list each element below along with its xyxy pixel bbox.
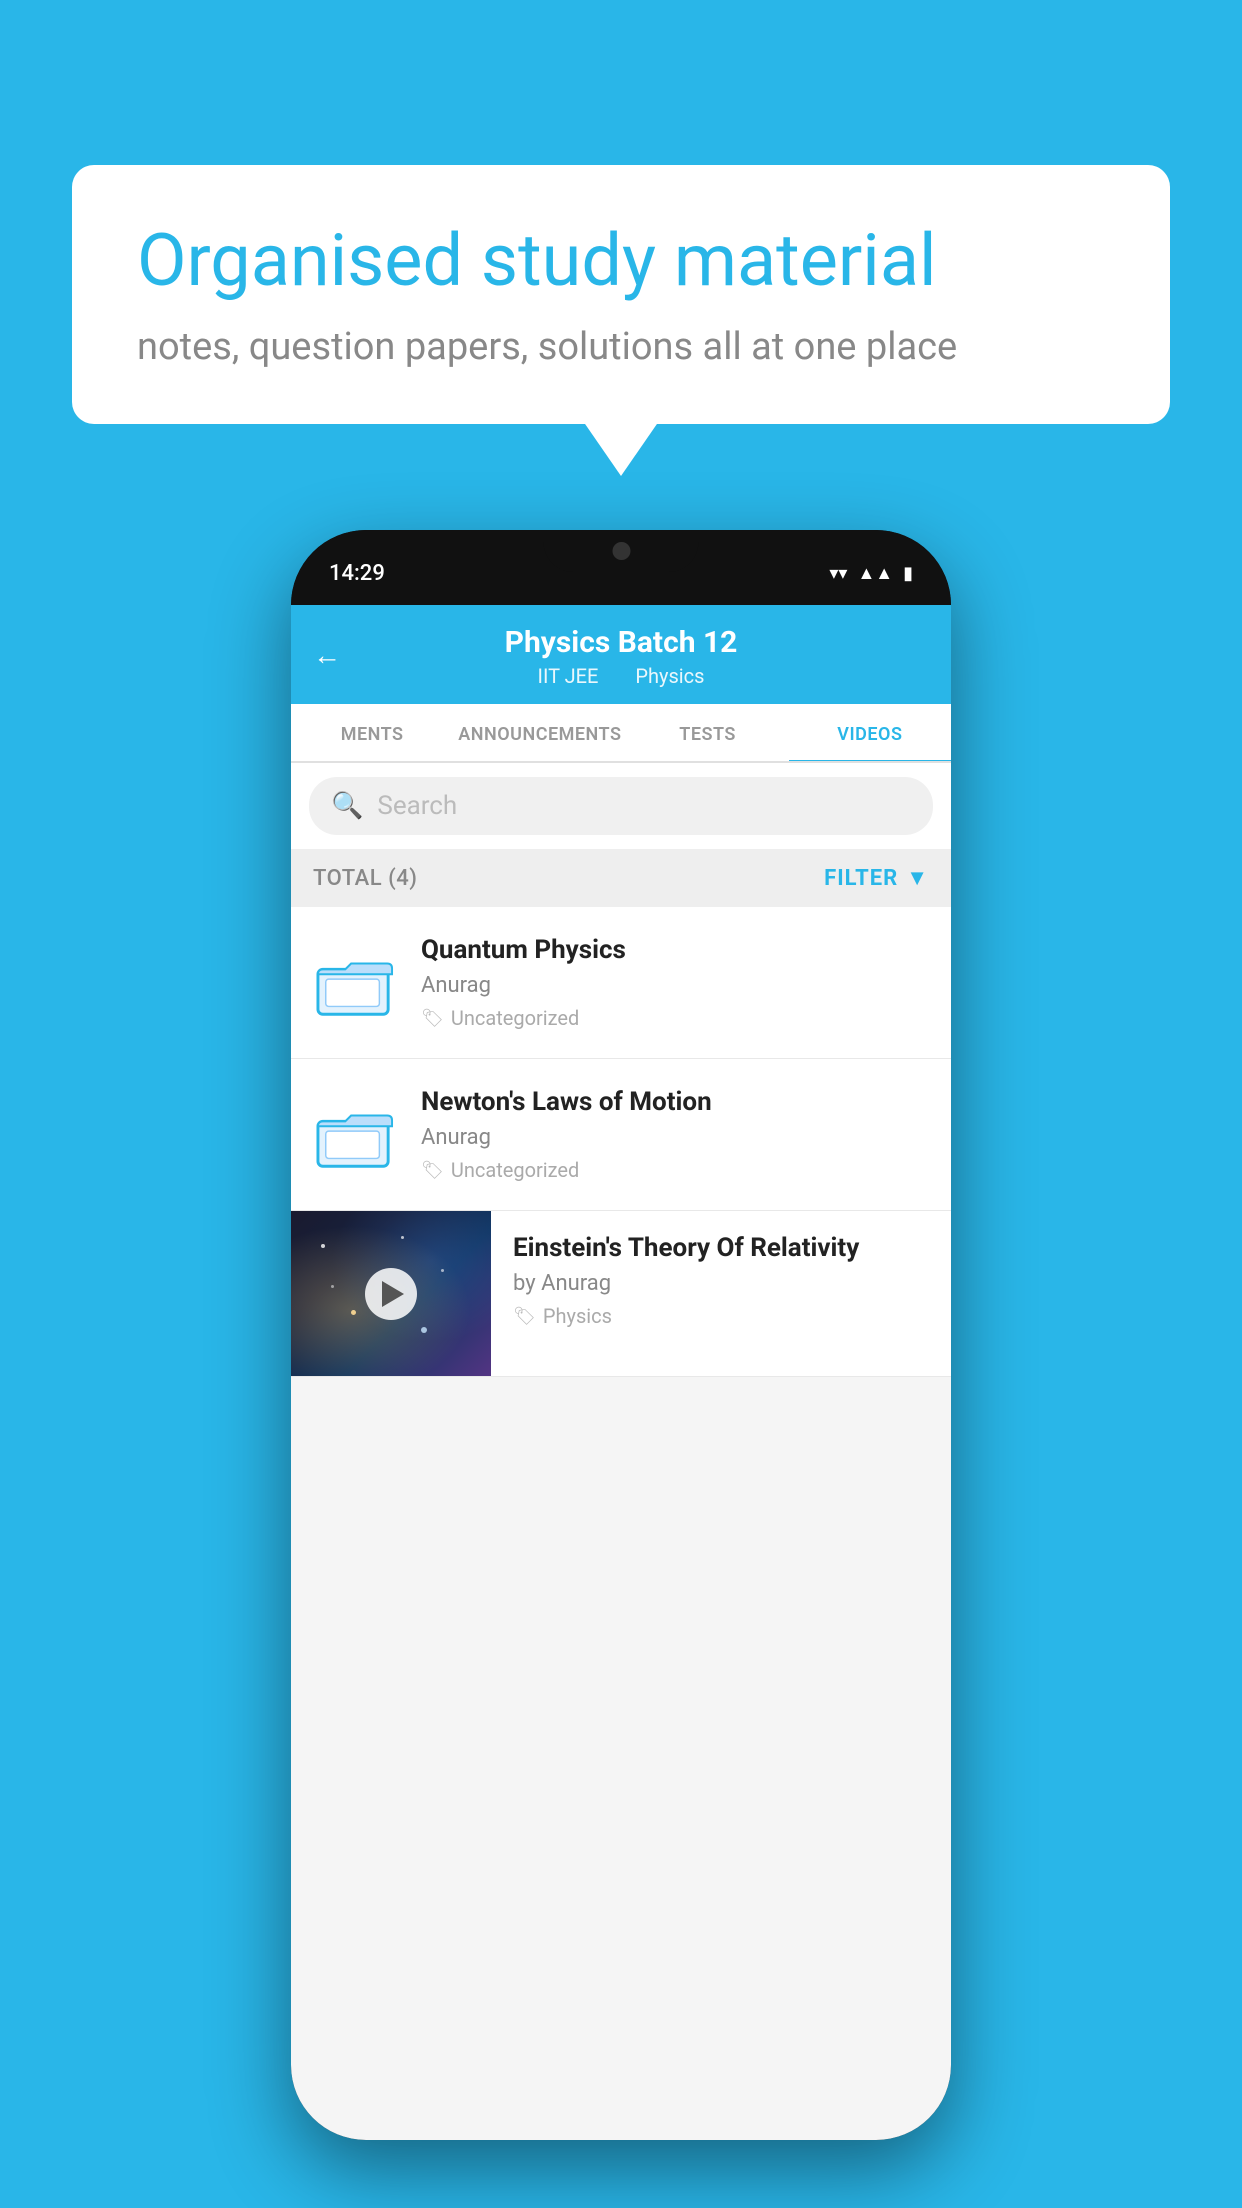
tab-ments[interactable]: MENTS (291, 704, 453, 761)
video-tag-1: 🏷 Uncategorized (421, 1006, 931, 1030)
tag-icon-3: 🏷 (513, 1306, 536, 1327)
tab-tests[interactable]: TESTS (626, 704, 788, 761)
video-author-1: Anurag (421, 973, 931, 998)
filter-funnel-icon: ▼ (906, 865, 929, 891)
battery-icon: ▮ (903, 563, 913, 584)
video-info-3: Einstein's Theory Of Relativity by Anura… (513, 1211, 931, 1350)
video-tag-3: 🏷 Physics (513, 1304, 931, 1328)
tag-icon-1: 🏷 (421, 1008, 444, 1029)
wifi-icon: ▾▾ (829, 563, 847, 584)
status-icons: ▾▾ ▲▲ ▮ (829, 563, 913, 584)
video-thumbnail-2 (311, 1087, 399, 1175)
speech-bubble-container: Organised study material notes, question… (72, 165, 1170, 424)
play-button-3[interactable] (365, 1268, 417, 1320)
play-triangle-icon (382, 1281, 404, 1307)
tab-videos[interactable]: VIDEOS (789, 704, 951, 761)
video-info-1: Quantum Physics Anurag 🏷 Uncategorized (421, 935, 931, 1030)
video-thumbnail-3 (291, 1211, 491, 1376)
video-tag-2: 🏷 Uncategorized (421, 1158, 931, 1182)
video-thumbnail-1 (311, 935, 399, 1023)
header-title: Physics Batch 12 (316, 625, 926, 660)
phone-notch (544, 530, 699, 572)
tag-icon-2: 🏷 (421, 1160, 444, 1181)
phone-wrapper: 14:29 ▾▾ ▲▲ ▮ ← Physics Batch 12 IIT JEE… (291, 530, 951, 2140)
header-subtitle-part2: Physics (635, 664, 704, 688)
app-header: ← Physics Batch 12 IIT JEE Physics (291, 605, 951, 704)
folder-icon (316, 945, 394, 1013)
total-count: TOTAL (4) (313, 866, 417, 891)
search-bar[interactable]: 🔍 Search (309, 777, 933, 835)
status-bar: 14:29 ▾▾ ▲▲ ▮ (291, 530, 951, 605)
filter-label: FILTER (824, 866, 898, 891)
video-author-3: by Anurag (513, 1271, 931, 1296)
video-list: Quantum Physics Anurag 🏷 Uncategorized (291, 907, 951, 1377)
search-placeholder: Search (377, 791, 457, 821)
list-item[interactable]: Einstein's Theory Of Relativity by Anura… (291, 1211, 951, 1377)
header-subtitle: IIT JEE Physics (316, 664, 926, 688)
video-author-2: Anurag (421, 1125, 931, 1150)
phone-screen: ← Physics Batch 12 IIT JEE Physics MENTS… (291, 605, 951, 2140)
search-icon: 🔍 (331, 791, 363, 821)
front-camera (612, 542, 630, 560)
folder-icon-2 (316, 1097, 394, 1165)
filter-button[interactable]: FILTER ▼ (824, 865, 929, 891)
search-container: 🔍 Search (291, 763, 951, 849)
video-title-3: Einstein's Theory Of Relativity (513, 1233, 931, 1263)
speech-bubble-title: Organised study material (137, 220, 1105, 303)
filter-bar: TOTAL (4) FILTER ▼ (291, 849, 951, 907)
video-info-2: Newton's Laws of Motion Anurag 🏷 Uncateg… (421, 1087, 931, 1182)
tab-announcements[interactable]: ANNOUNCEMENTS (453, 704, 626, 761)
list-item[interactable]: Quantum Physics Anurag 🏷 Uncategorized (291, 907, 951, 1059)
tabs-bar: MENTS ANNOUNCEMENTS TESTS VIDEOS (291, 704, 951, 763)
speech-bubble: Organised study material notes, question… (72, 165, 1170, 424)
video-title-1: Quantum Physics (421, 935, 931, 965)
speech-bubble-subtitle: notes, question papers, solutions all at… (137, 325, 1105, 369)
status-time: 14:29 (329, 561, 385, 586)
phone-device: 14:29 ▾▾ ▲▲ ▮ ← Physics Batch 12 IIT JEE… (291, 530, 951, 2140)
header-subtitle-part1: IIT JEE (538, 664, 599, 688)
signal-icon: ▲▲ (857, 563, 893, 584)
list-item[interactable]: Newton's Laws of Motion Anurag 🏷 Uncateg… (291, 1059, 951, 1211)
video-title-2: Newton's Laws of Motion (421, 1087, 931, 1117)
